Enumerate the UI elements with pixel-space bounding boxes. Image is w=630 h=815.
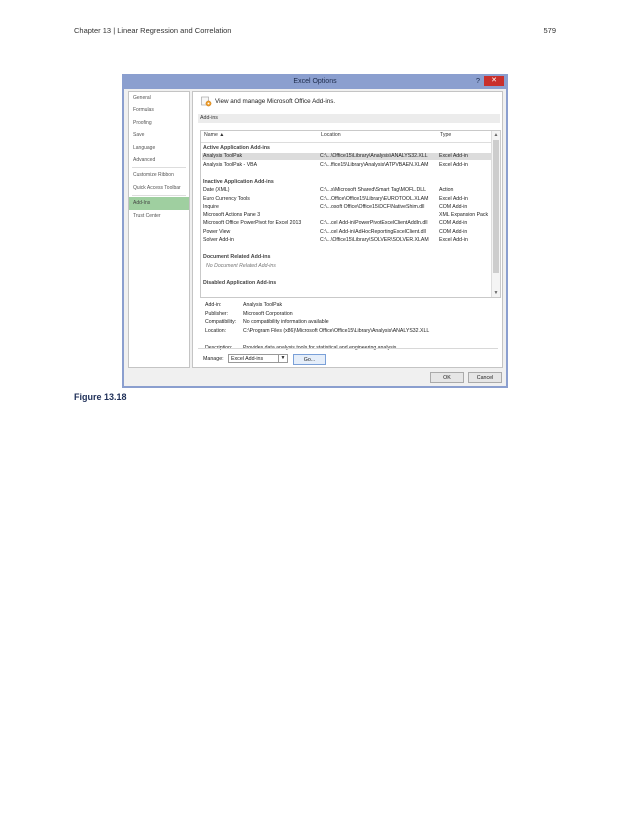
table-cell-type[interactable]: Excel Add-in — [439, 196, 468, 202]
section-bar: Add-ins — [198, 114, 500, 123]
help-icon[interactable]: ? — [476, 76, 480, 85]
page-header: Chapter 13 | Linear Regression and Corre… — [74, 26, 556, 35]
figure-caption: Figure 13.18 — [74, 392, 127, 402]
detail-value: C:\Program Files (x86)\Microsoft Office\… — [243, 327, 430, 334]
table-cell-type[interactable]: COM Add-in — [439, 229, 467, 235]
cancel-button[interactable]: Cancel — [468, 372, 502, 383]
nav-item-general[interactable]: General — [129, 92, 189, 104]
detail-value: No compatibility information available — [243, 319, 329, 325]
ok-button[interactable]: OK — [430, 372, 464, 383]
table-cell-name[interactable]: No Document Related Add-ins — [206, 263, 276, 269]
section-label: Add-ins — [200, 115, 218, 121]
table-cell-type[interactable]: Action — [439, 187, 453, 193]
table-cell-type[interactable]: COM Add-in — [439, 204, 467, 210]
options-nav: General Formulas Proofing Save Language Advan… — [128, 91, 190, 368]
table-cell-location[interactable]: C:\...cel Add-in\AdHocReportingExcelClie… — [320, 229, 426, 235]
header-divider — [201, 142, 492, 143]
manage-select[interactable]: Excel Add-ins ▼ — [228, 354, 288, 363]
chevron-down-icon[interactable]: ▼ — [278, 355, 287, 362]
detail-value: Analysis ToolPak — [243, 302, 283, 308]
table-cell-name[interactable]: Microsoft Actions Pane 3 — [203, 212, 260, 218]
nav-item-advanced[interactable]: Advanced — [129, 154, 189, 166]
table-cell-type[interactable]: Excel Add-in — [439, 153, 468, 159]
nav-item-add-ins[interactable]: Add-Ins — [129, 197, 189, 210]
page-number: 579 — [543, 26, 556, 35]
group-heading: Inactive Application Add-ins — [203, 178, 274, 185]
manage-select-value: Excel Add-ins — [231, 356, 264, 362]
close-button[interactable]: ✕ — [484, 76, 504, 86]
table-cell-location[interactable]: C:\...\Office15\Library\Analysis\ANALYS3… — [320, 153, 428, 159]
table-cell-location[interactable]: C:\...cel Add-in\PowerPivotExcelClientAd… — [320, 220, 428, 226]
add-ins-table[interactable]: Name ▲ Location Type Active Application … — [200, 130, 501, 298]
column-header-type[interactable]: Type — [440, 132, 451, 141]
column-header-location[interactable]: Location — [321, 132, 341, 141]
add-ins-panel: View and manage Microsoft Office Add-ins… — [192, 91, 503, 368]
table-cell-name[interactable]: Euro Currency Tools — [203, 196, 250, 202]
details-divider — [198, 348, 498, 349]
manage-label: Manage: — [203, 356, 224, 362]
table-cell-location[interactable]: C:\...s\Microsoft Shared\Smart Tag\MOFL.… — [320, 187, 426, 193]
table-cell-type[interactable]: XML Expansion Pack — [439, 212, 488, 218]
scroll-down-icon[interactable]: ▼ — [492, 289, 500, 297]
add-ins-gear-icon — [201, 96, 212, 107]
group-heading: Document Related Add-ins — [203, 254, 271, 261]
dialog-title: Excel Options — [293, 78, 337, 85]
table-cell-type[interactable]: Excel Add-in — [439, 162, 468, 168]
detail-label: Publisher: — [205, 310, 229, 317]
table-cell-type[interactable]: COM Add-in — [439, 220, 467, 226]
chapter-title: Chapter 13 | Linear Regression and Corre… — [74, 26, 232, 35]
nav-separator — [132, 167, 186, 169]
table-cell-name[interactable]: Solver Add-in — [203, 237, 234, 243]
group-heading: Active Application Add-ins — [203, 145, 270, 151]
nav-item-quick-access-toolbar[interactable]: Quick Access Toolbar — [129, 182, 189, 194]
detail-label: Compatibility: — [205, 319, 237, 325]
column-header-name[interactable]: Name ▲ — [204, 132, 224, 141]
table-cell-name[interactable]: Analysis ToolPak — [203, 153, 242, 159]
nav-item-trust-center[interactable]: Trust Center — [129, 210, 189, 222]
dialog-client: General Formulas Proofing Save Language Advan… — [124, 89, 506, 386]
table-cell-type[interactable]: Excel Add-in — [439, 237, 468, 243]
nav-separator — [132, 195, 186, 197]
table-cell-name[interactable]: Power View — [203, 229, 230, 235]
vertical-scrollbar[interactable]: ▲ ▼ — [491, 131, 500, 297]
title-bar[interactable]: Excel Options ? ✕ — [124, 76, 506, 89]
table-cell-location[interactable]: C:\...osoft Office\Office15\DCF\NativeSh… — [320, 204, 424, 210]
table-cell-name[interactable]: Date (XML) — [203, 187, 230, 193]
table-cell-location[interactable]: C:\...Office\Office15\Library\EUROTOOL.X… — [320, 196, 428, 202]
scroll-up-icon[interactable]: ▲ — [492, 131, 500, 139]
nav-item-save[interactable]: Save — [129, 129, 189, 141]
table-cell-location[interactable]: C:\...\Office15\Library\SOLVER\SOLVER.XL… — [320, 237, 429, 243]
table-cell-name[interactable]: Microsoft Office PowerPivot for Excel 20… — [203, 220, 301, 226]
group-heading: Disabled Application Add-ins — [203, 279, 277, 286]
scroll-thumb[interactable] — [493, 140, 499, 273]
table-cell-name[interactable]: Analysis ToolPak - VBA — [203, 162, 257, 168]
panel-header-text: View and manage Microsoft Office Add-ins… — [215, 98, 336, 105]
detail-label: Add-in: — [205, 302, 222, 308]
table-cell-location[interactable]: C:\...ffice15\Library\Analysis\ATPVBAEN.… — [320, 162, 429, 168]
nav-item-formulas[interactable]: Formulas — [129, 104, 189, 116]
go-button[interactable]: Go... — [293, 354, 326, 365]
nav-item-language[interactable]: Language — [129, 142, 189, 154]
detail-label: Location: — [205, 327, 227, 334]
excel-options-dialog: Excel Options ? ✕ General Formulas Proofin… — [122, 74, 508, 388]
nav-item-customize-ribbon[interactable]: Customize Ribbon — [129, 169, 189, 181]
table-cell-name[interactable]: Inquire — [203, 204, 219, 210]
nav-item-proofing[interactable]: Proofing — [129, 117, 189, 129]
detail-value: Microsoft Corporation — [243, 310, 293, 317]
